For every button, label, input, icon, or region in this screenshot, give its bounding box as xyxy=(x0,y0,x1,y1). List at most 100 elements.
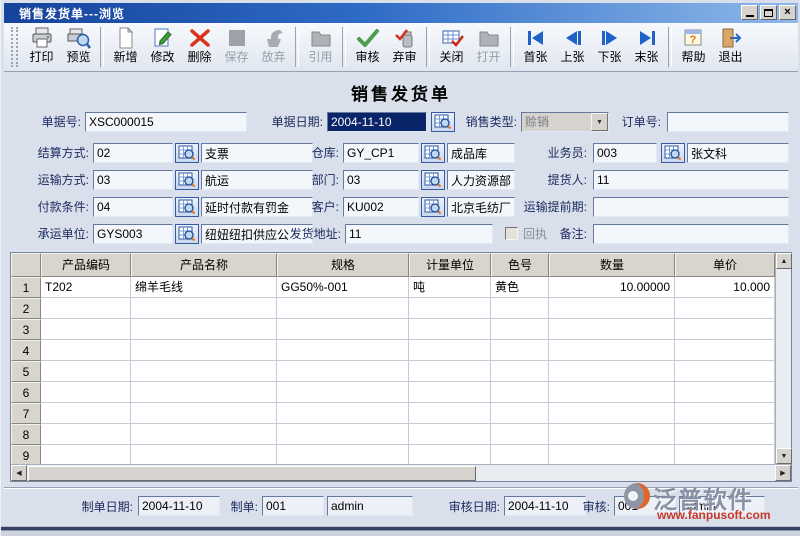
customer-lookup-button[interactable] xyxy=(421,197,445,217)
unaudit-button[interactable]: 弃审 xyxy=(386,25,423,69)
table-row[interactable]: 4 xyxy=(11,340,775,361)
new-button[interactable]: 新增 xyxy=(107,25,144,69)
table-hscrollbar[interactable]: ◀ ▶ xyxy=(11,464,791,481)
grid-cell[interactable] xyxy=(131,361,277,382)
grid-cell[interactable] xyxy=(131,382,277,403)
table-row[interactable]: 6 xyxy=(11,382,775,403)
last-record-button[interactable]: 末张 xyxy=(628,25,665,69)
grid-cell[interactable] xyxy=(41,403,131,424)
print-button[interactable]: 打印 xyxy=(23,25,60,69)
grid-cell[interactable] xyxy=(675,424,775,445)
grid-cell[interactable] xyxy=(549,382,675,403)
receipt-checkbox[interactable] xyxy=(505,227,518,240)
grid-cell[interactable] xyxy=(277,445,409,464)
scroll-up-button[interactable]: ▲ xyxy=(776,253,792,269)
help-button[interactable]: 帮助 xyxy=(675,25,712,69)
scroll-down-button[interactable]: ▼ xyxy=(776,448,792,464)
table-row[interactable]: 8 xyxy=(11,424,775,445)
scroll-right-button[interactable]: ▶ xyxy=(775,465,791,481)
grid-cell[interactable] xyxy=(491,424,549,445)
grid-cell[interactable] xyxy=(409,319,491,340)
cell-product-name[interactable]: 绵羊毛线 xyxy=(131,277,277,298)
grid-cell[interactable] xyxy=(675,361,775,382)
modify-button[interactable]: 修改 xyxy=(144,25,181,69)
grid-cell[interactable] xyxy=(549,319,675,340)
grid-cell[interactable] xyxy=(549,424,675,445)
chevron-down-icon[interactable]: ▼ xyxy=(591,113,608,131)
grid-cell[interactable] xyxy=(549,445,675,464)
settle-method-lookup-button[interactable] xyxy=(175,143,199,163)
grid-cell[interactable] xyxy=(277,361,409,382)
table-row[interactable]: 1 T202 绵羊毛线 GG50%-001 吨 黄色 10.00000 10.0… xyxy=(11,277,775,298)
carrier-lookup-button[interactable] xyxy=(175,224,199,244)
table-row[interactable]: 7 xyxy=(11,403,775,424)
cell-color[interactable]: 黄色 xyxy=(491,277,549,298)
toolbar-grip[interactable] xyxy=(11,27,18,67)
audit-button[interactable]: 审核 xyxy=(349,25,386,69)
remark-input[interactable] xyxy=(593,224,789,244)
prev-record-button[interactable]: 上张 xyxy=(554,25,591,69)
scroll-left-button[interactable]: ◀ xyxy=(11,465,27,481)
doc-date-input[interactable] xyxy=(327,112,427,132)
minimize-button[interactable] xyxy=(741,5,758,20)
department-code-input[interactable] xyxy=(343,170,419,190)
salesman-name-field[interactable] xyxy=(687,143,789,163)
grid-cell[interactable] xyxy=(277,340,409,361)
grid-cell[interactable] xyxy=(277,382,409,403)
grid-cell[interactable] xyxy=(41,361,131,382)
preview-button[interactable]: 预览 xyxy=(60,25,97,69)
doc-no-input[interactable] xyxy=(85,112,247,132)
salesman-code-input[interactable] xyxy=(593,143,657,163)
grid-cell[interactable] xyxy=(409,340,491,361)
payment-terms-lookup-button[interactable] xyxy=(175,197,199,217)
grid-cell[interactable] xyxy=(409,382,491,403)
table-row[interactable]: 3 xyxy=(11,319,775,340)
cell-qty[interactable]: 10.00000 xyxy=(549,277,675,298)
grid-cell[interactable] xyxy=(491,361,549,382)
grid-cell[interactable] xyxy=(549,361,675,382)
transport-method-lookup-button[interactable] xyxy=(175,170,199,190)
order-no-input[interactable] xyxy=(667,112,789,132)
grid-cell[interactable] xyxy=(409,298,491,319)
table-row[interactable]: 9 xyxy=(11,445,775,464)
grid-cell[interactable] xyxy=(675,319,775,340)
grid-cell[interactable] xyxy=(675,445,775,464)
discard-button[interactable]: 放弃 xyxy=(255,25,292,69)
grid-cell[interactable] xyxy=(277,403,409,424)
reference-button[interactable]: 引用 xyxy=(302,25,339,69)
delete-button[interactable]: 删除 xyxy=(181,25,218,69)
grid-cell[interactable] xyxy=(409,403,491,424)
consignee-input[interactable] xyxy=(593,170,789,190)
save-button[interactable]: 保存 xyxy=(218,25,255,69)
transport-lead-input[interactable] xyxy=(593,197,789,217)
department-lookup-button[interactable] xyxy=(421,170,445,190)
grid-cell[interactable] xyxy=(675,298,775,319)
grid-cell[interactable] xyxy=(409,361,491,382)
customer-code-input[interactable] xyxy=(343,197,419,217)
sale-type-select[interactable]: 赊销 ▼ xyxy=(521,112,609,132)
warehouse-lookup-button[interactable] xyxy=(421,143,445,163)
cell-price[interactable]: 10.000 xyxy=(675,277,775,298)
grid-cell[interactable] xyxy=(549,403,675,424)
grid-cell[interactable] xyxy=(549,340,675,361)
grid-cell[interactable] xyxy=(41,340,131,361)
grid-cell[interactable] xyxy=(41,445,131,464)
grid-cell[interactable] xyxy=(277,298,409,319)
settle-method-code-input[interactable] xyxy=(93,143,173,163)
grid-cell[interactable] xyxy=(491,445,549,464)
warehouse-code-input[interactable] xyxy=(343,143,419,163)
grid-cell[interactable] xyxy=(131,445,277,464)
first-record-button[interactable]: 首张 xyxy=(517,25,554,69)
open-doc-button[interactable]: 打开 xyxy=(470,25,507,69)
table-row[interactable]: 2 xyxy=(11,298,775,319)
grid-cell[interactable] xyxy=(491,298,549,319)
maximize-button[interactable] xyxy=(760,5,777,20)
grid-cell[interactable] xyxy=(41,319,131,340)
grid-cell[interactable] xyxy=(491,319,549,340)
grid-cell[interactable] xyxy=(277,319,409,340)
grid-cell[interactable] xyxy=(491,403,549,424)
grid-cell[interactable] xyxy=(491,382,549,403)
close-doc-button[interactable]: 关闭 xyxy=(433,25,470,69)
table-row[interactable]: 5 xyxy=(11,361,775,382)
ship-address-input[interactable] xyxy=(345,224,493,244)
